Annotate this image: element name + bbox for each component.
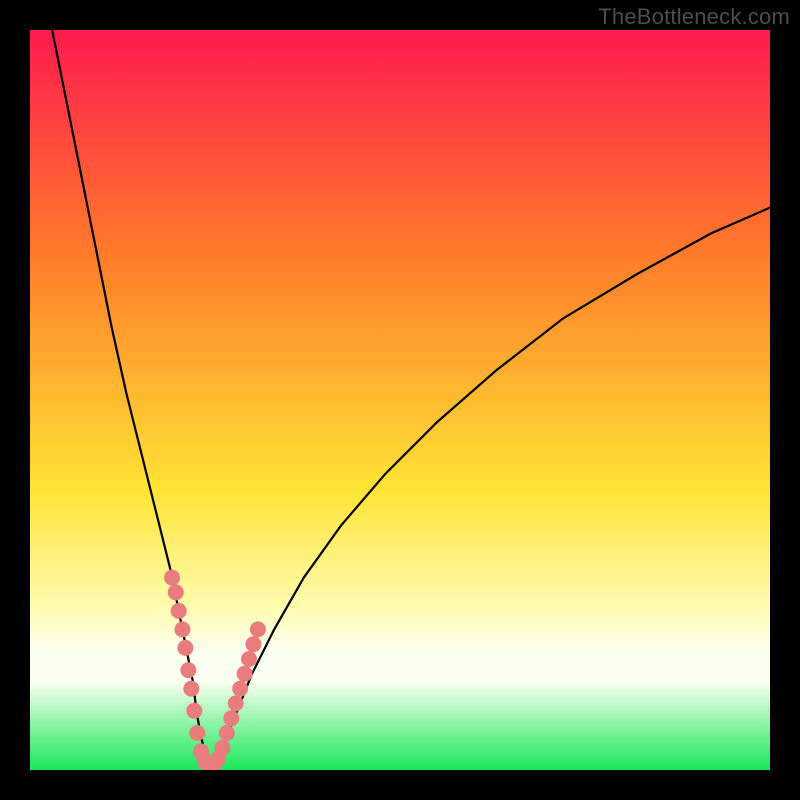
- marker-dot: [219, 725, 235, 741]
- marker-dot: [183, 681, 199, 697]
- marker-dot: [168, 584, 184, 600]
- chart-frame: TheBottleneck.com: [0, 0, 800, 800]
- marker-dot: [232, 681, 248, 697]
- marker-dot: [250, 621, 266, 637]
- marker-dot: [174, 621, 190, 637]
- marker-dot: [171, 603, 187, 619]
- marker-dot: [228, 695, 244, 711]
- marker-dot: [164, 570, 180, 586]
- gradient-background: [30, 30, 770, 770]
- marker-dot: [245, 636, 261, 652]
- marker-dot: [180, 662, 196, 678]
- marker-dot: [241, 651, 257, 667]
- marker-dot: [186, 703, 202, 719]
- marker-dot: [223, 710, 239, 726]
- marker-dot: [189, 725, 205, 741]
- marker-dot: [237, 666, 253, 682]
- chart-svg: [30, 30, 770, 770]
- plot-area: [30, 30, 770, 770]
- marker-dot: [177, 640, 193, 656]
- attribution-label: TheBottleneck.com: [598, 4, 790, 30]
- marker-dot: [214, 740, 230, 756]
